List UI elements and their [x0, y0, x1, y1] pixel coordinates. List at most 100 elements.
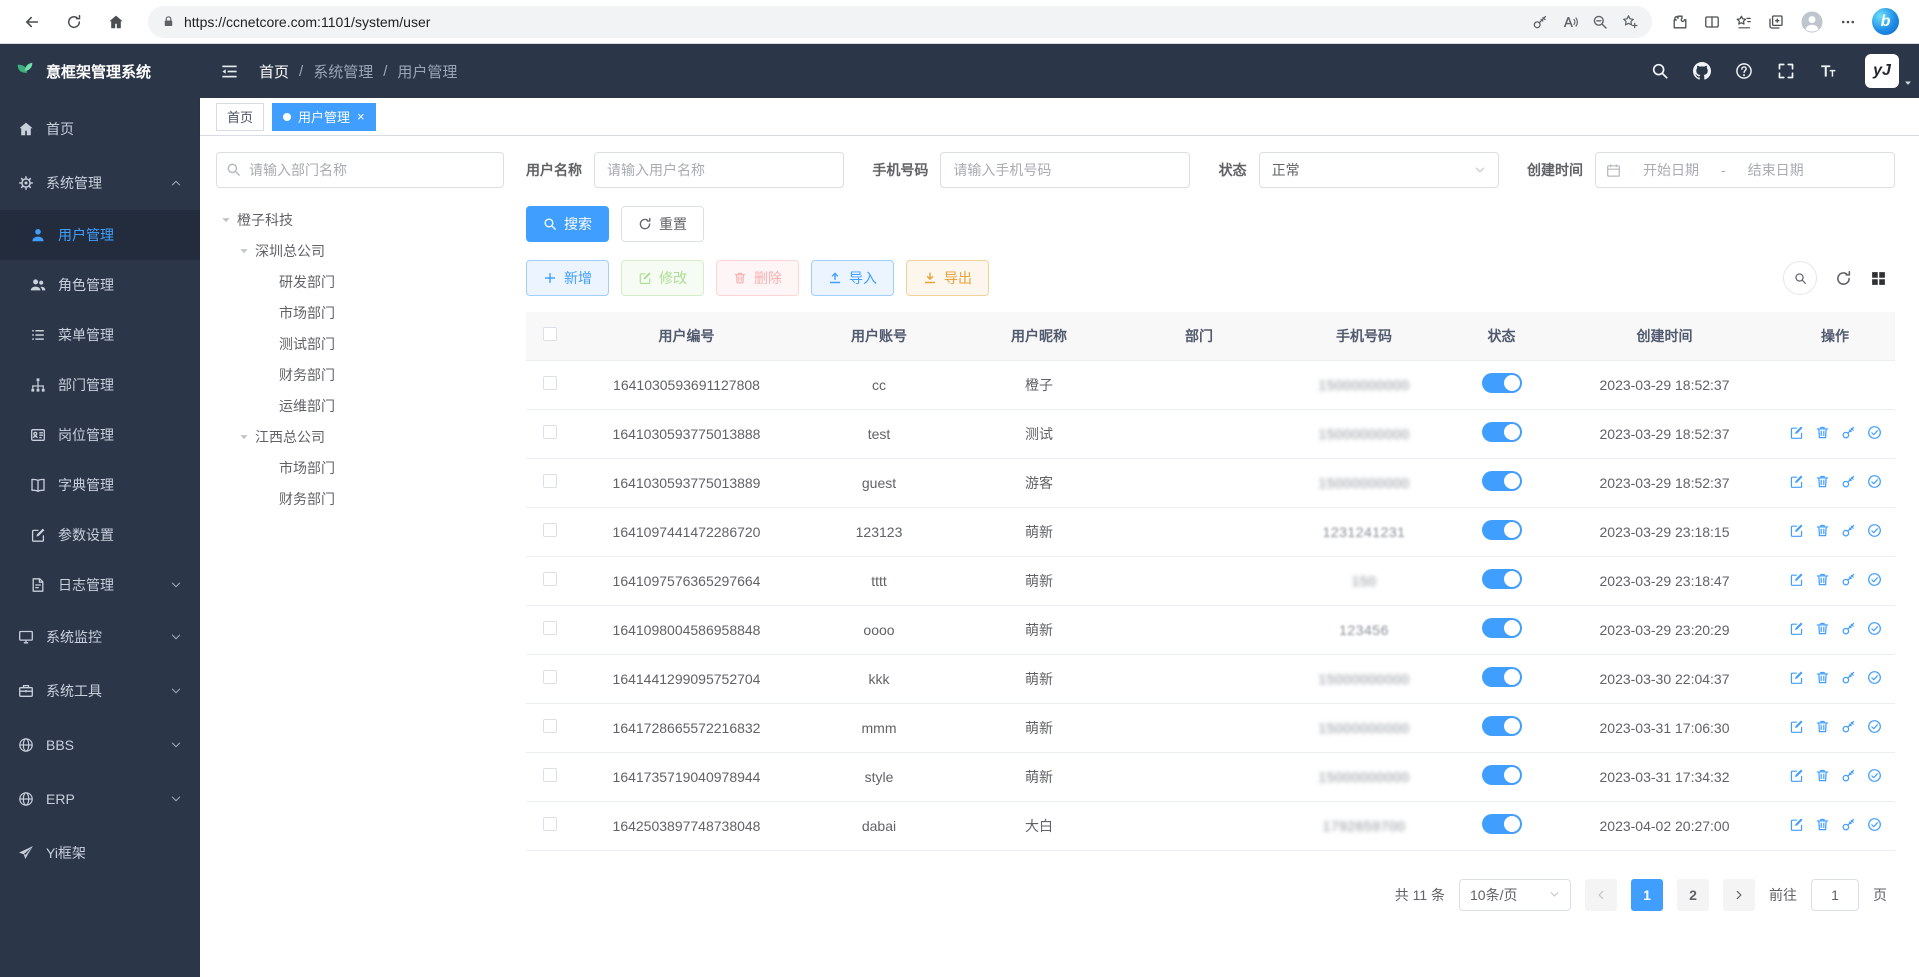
assign-role-icon[interactable] — [1867, 572, 1882, 587]
browser-refresh-button[interactable] — [56, 5, 92, 39]
assign-role-icon[interactable] — [1867, 670, 1882, 685]
row-checkbox[interactable] — [543, 523, 557, 537]
toggle-search-button[interactable] — [1783, 261, 1817, 295]
reset-password-icon[interactable] — [1841, 572, 1856, 587]
sidebar-item-bbs[interactable]: BBS — [0, 718, 200, 772]
row-checkbox[interactable] — [543, 474, 557, 488]
sidebar-item-yi-framework[interactable]: Yi框架 — [0, 826, 200, 880]
assign-role-icon[interactable] — [1867, 425, 1882, 440]
status-toggle[interactable] — [1482, 373, 1522, 393]
github-icon[interactable] — [1693, 62, 1711, 80]
tab-close-icon[interactable]: × — [357, 110, 365, 123]
sidebar-item-erp[interactable]: ERP — [0, 772, 200, 826]
sidebar-item-system-mgmt[interactable]: 系统管理 — [0, 156, 200, 210]
tree-node-dept[interactable]: 市场部门 — [216, 452, 504, 483]
status-toggle[interactable] — [1482, 618, 1522, 638]
breadcrumb-home[interactable]: 首页 — [259, 61, 289, 82]
row-checkbox[interactable] — [543, 670, 557, 684]
browser-menu-icon[interactable] — [1840, 14, 1856, 30]
sidebar-item-home[interactable]: 首页 — [0, 102, 200, 156]
search-button[interactable]: 搜索 — [526, 206, 609, 242]
prev-page-button[interactable] — [1585, 879, 1617, 911]
next-page-button[interactable] — [1723, 879, 1755, 911]
read-aloud-icon[interactable] — [1562, 14, 1578, 30]
reset-password-icon[interactable] — [1841, 621, 1856, 636]
goto-page-input[interactable] — [1811, 879, 1859, 911]
assign-role-icon[interactable] — [1867, 768, 1882, 783]
delete-icon[interactable] — [1815, 474, 1830, 489]
status-toggle[interactable] — [1482, 716, 1522, 736]
edit-icon[interactable] — [1789, 817, 1804, 832]
assign-role-icon[interactable] — [1867, 621, 1882, 636]
delete-icon[interactable] — [1815, 425, 1830, 440]
sidebar-item-user-mgmt[interactable]: 用户管理 — [0, 210, 200, 260]
import-button[interactable]: 导入 — [811, 260, 894, 296]
edit-icon[interactable] — [1789, 768, 1804, 783]
page-button-2[interactable]: 2 — [1677, 879, 1709, 911]
search-icon[interactable] — [1651, 62, 1669, 80]
delete-icon[interactable] — [1815, 523, 1830, 538]
tree-node-dept[interactable]: 研发部门 — [216, 266, 504, 297]
date-range-picker[interactable]: - — [1595, 152, 1895, 188]
browser-home-button[interactable] — [98, 5, 134, 39]
sidebar-item-param-settings[interactable]: 参数设置 — [0, 510, 200, 560]
delete-icon[interactable] — [1815, 621, 1830, 636]
delete-icon[interactable] — [1815, 817, 1830, 832]
edit-icon[interactable] — [1789, 474, 1804, 489]
fullscreen-icon[interactable] — [1777, 62, 1795, 80]
status-select[interactable]: 正常 — [1259, 152, 1499, 188]
tree-node-dept[interactable]: 运维部门 — [216, 390, 504, 421]
edit-icon[interactable] — [1789, 425, 1804, 440]
reset-password-icon[interactable] — [1841, 719, 1856, 734]
date-end-input[interactable] — [1734, 162, 1818, 178]
user-avatar[interactable]: yJ — [1865, 54, 1899, 88]
address-bar[interactable]: https://ccnetcore.com:1101/system/user — [148, 6, 1652, 38]
bing-icon[interactable]: b — [1872, 8, 1899, 35]
reset-password-icon[interactable] — [1841, 425, 1856, 440]
assign-role-icon[interactable] — [1867, 719, 1882, 734]
date-start-input[interactable] — [1629, 162, 1713, 178]
column-settings-icon[interactable] — [1870, 270, 1887, 287]
sidebar-item-system-tools[interactable]: 系统工具 — [0, 664, 200, 718]
tree-node-dept[interactable]: 财务部门 — [216, 359, 504, 390]
status-toggle[interactable] — [1482, 814, 1522, 834]
reset-password-icon[interactable] — [1841, 523, 1856, 538]
favorites-bar-icon[interactable] — [1736, 14, 1752, 30]
row-checkbox[interactable] — [543, 376, 557, 390]
favorite-add-icon[interactable] — [1622, 14, 1638, 30]
page-size-select[interactable]: 10条/页 — [1459, 879, 1571, 911]
reset-password-icon[interactable] — [1841, 474, 1856, 489]
collections-icon[interactable] — [1768, 14, 1784, 30]
font-size-icon[interactable] — [1819, 62, 1837, 80]
delete-icon[interactable] — [1815, 768, 1830, 783]
sidebar-item-role-mgmt[interactable]: 角色管理 — [0, 260, 200, 310]
reset-password-icon[interactable] — [1841, 670, 1856, 685]
sidebar-item-dict-mgmt[interactable]: 字典管理 — [0, 460, 200, 510]
status-toggle[interactable] — [1482, 422, 1522, 442]
select-all-checkbox[interactable] — [543, 327, 557, 341]
export-button[interactable]: 导出 — [906, 260, 989, 296]
reset-password-icon[interactable] — [1841, 817, 1856, 832]
status-toggle[interactable] — [1482, 765, 1522, 785]
tab-user-mgmt[interactable]: 用户管理 × — [272, 103, 376, 131]
tree-node-dept[interactable]: 市场部门 — [216, 297, 504, 328]
edit-icon[interactable] — [1789, 523, 1804, 538]
delete-icon[interactable] — [1815, 719, 1830, 734]
edit-button[interactable]: 修改 — [621, 260, 704, 296]
status-toggle[interactable] — [1482, 569, 1522, 589]
url-text[interactable]: https://ccnetcore.com:1101/system/user — [184, 14, 1523, 30]
delete-icon[interactable] — [1815, 572, 1830, 587]
split-screen-icon[interactable] — [1704, 14, 1720, 30]
menu-fold-icon[interactable] — [220, 62, 239, 81]
delete-icon[interactable] — [1815, 670, 1830, 685]
zoom-out-icon[interactable] — [1592, 14, 1608, 30]
help-icon[interactable] — [1735, 62, 1753, 80]
breadcrumb-system[interactable]: 系统管理 — [313, 61, 373, 82]
reset-button[interactable]: 重置 — [621, 206, 704, 242]
tree-node-branch-jiangxi[interactable]: 江西总公司 — [216, 421, 504, 452]
edit-icon[interactable] — [1789, 621, 1804, 636]
row-checkbox[interactable] — [543, 572, 557, 586]
username-input[interactable] — [594, 152, 844, 188]
edit-icon[interactable] — [1789, 719, 1804, 734]
status-toggle[interactable] — [1482, 667, 1522, 687]
